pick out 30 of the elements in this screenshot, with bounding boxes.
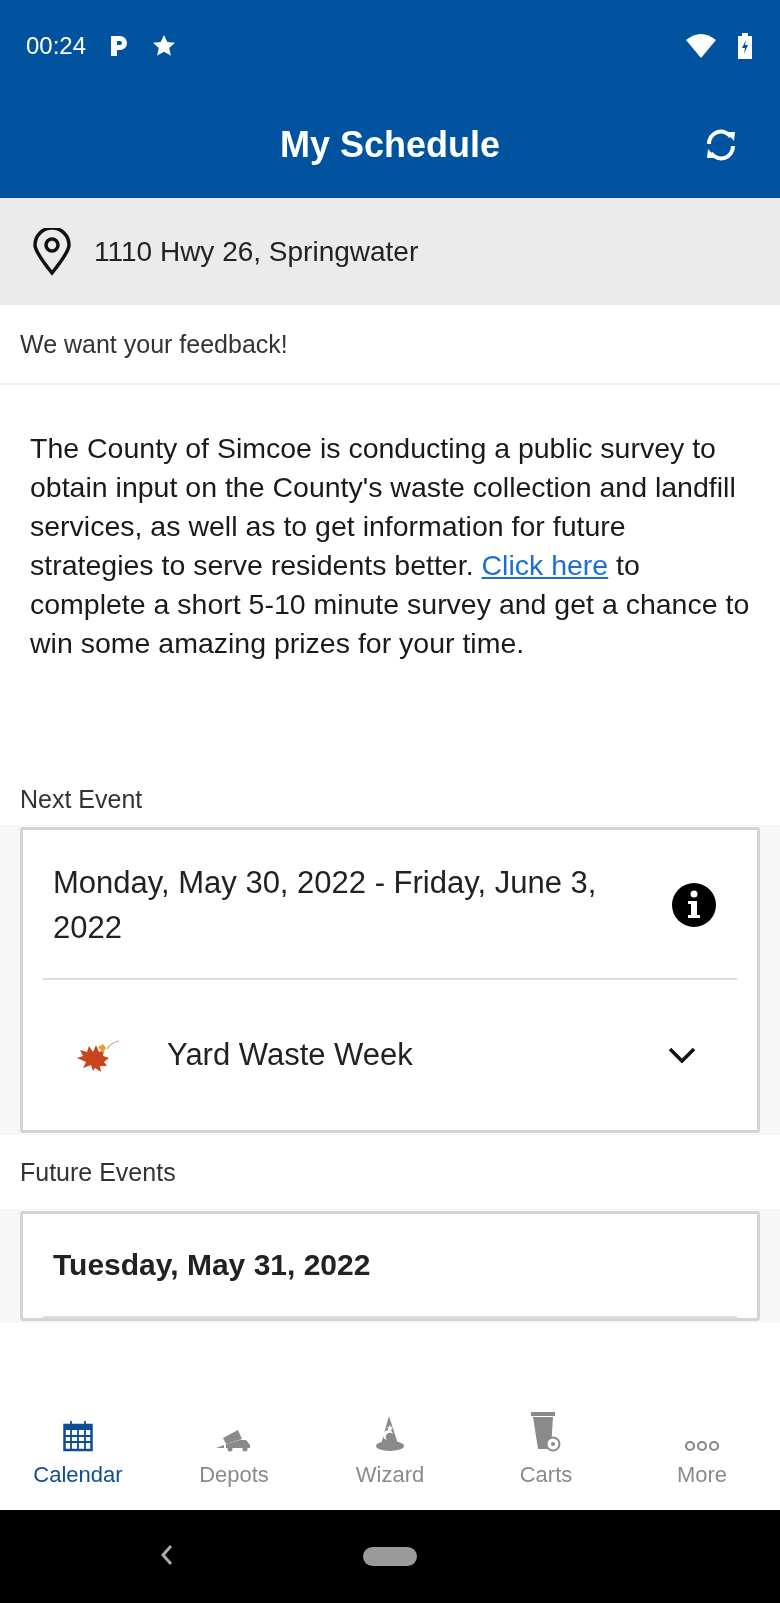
star-icon [152, 34, 177, 58]
survey-text: The County of Simcoe is conducting a public survey to obtain input on the County's waste collection and landfill services, as well as to get information for future strategies to serve residents better. Click here to complete a short 5-10 minute survey and get a chance to win some amazing prizes for your time. [29, 431, 751, 661]
refresh-icon[interactable] [704, 128, 738, 162]
wifi-icon [686, 34, 716, 58]
chevron-icon[interactable] [667, 1045, 697, 1065]
wizard-hat-icon [375, 1416, 405, 1452]
back-icon[interactable] [160, 1544, 174, 1566]
more-icon [684, 1440, 720, 1452]
battery-icon [738, 33, 752, 59]
waste-cart-icon [531, 1412, 561, 1452]
info-icon[interactable] [671, 882, 717, 928]
address-text: 1110 Hwy 26, Springwater [94, 235, 419, 268]
event-name: Yard Waste Week [167, 1037, 414, 1073]
status-time: 00:24 [26, 32, 87, 60]
nav-tab[interactable]: Wizard [312, 1397, 468, 1510]
nav-tab[interactable]: Calendar [0, 1397, 156, 1510]
future-events-label: Future Events [19, 1156, 177, 1188]
feedback-heading: We want your feedback! [0, 305, 780, 385]
nav-tab[interactable]: More [624, 1397, 780, 1510]
event-date: Monday, May 30, 2022 - Friday, June 3, 2022 [53, 864, 598, 947]
nav-tab[interactable]: Depots [156, 1397, 312, 1510]
location-pin-icon [32, 227, 72, 276]
event-date: Tuesday, May 31, 2022 [52, 1247, 372, 1283]
survey-link[interactable]: Click here [481, 549, 609, 581]
dump-truck-icon [216, 1430, 252, 1452]
nav-tab[interactable]: Carts [468, 1397, 624, 1510]
home-handle[interactable] [363, 1547, 417, 1566]
calendar-icon [63, 1420, 93, 1452]
screen-title: My Schedule [279, 124, 501, 166]
next-event-label: Next Event [19, 785, 144, 815]
